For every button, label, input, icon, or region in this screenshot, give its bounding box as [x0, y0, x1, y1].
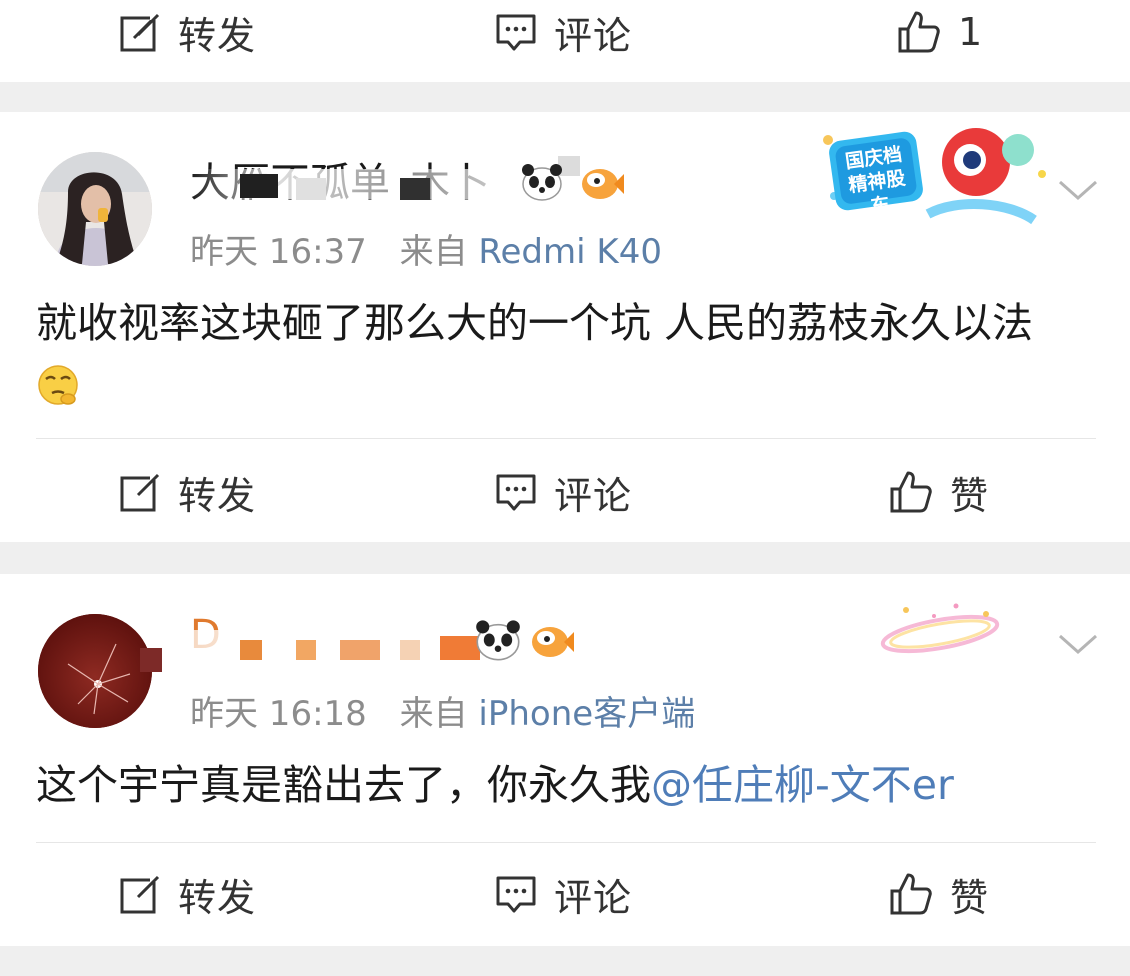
comment-icon — [496, 14, 536, 51]
timestamp: 昨天 16:18 — [190, 694, 367, 734]
badge-label: 国庆档精神股东 — [843, 143, 907, 218]
comment-label: 评论 — [554, 13, 633, 58]
like-label: 赞 — [950, 473, 990, 518]
comment-meta: 昨天 16:18 来自 iPhone客户端 — [190, 686, 695, 735]
comment-button[interactable]: 评论 — [494, 844, 632, 944]
comment-icon — [496, 876, 536, 913]
repost-label: 转发 — [178, 13, 257, 58]
avatar[interactable] — [38, 614, 152, 728]
redacted-block — [400, 640, 420, 660]
thumbs-up-icon — [890, 471, 932, 513]
redacted-block — [296, 178, 326, 200]
repost-icon — [120, 874, 160, 914]
like-button[interactable]: 赞 — [888, 442, 989, 542]
thinking-face-emoji-icon — [38, 365, 78, 405]
sparkle-ring-decoration-icon — [880, 603, 1000, 654]
comment-action-bar: 转发 评论 赞 — [0, 844, 1130, 944]
source-link[interactable]: iPhone客户端 — [478, 694, 695, 734]
source-link[interactable]: Redmi K40 — [478, 232, 662, 272]
repost-icon — [120, 472, 160, 512]
redacted-block — [140, 648, 162, 672]
avatar-photo-icon — [38, 152, 152, 266]
repost-button[interactable]: 转发 — [118, 442, 256, 542]
repost-button[interactable]: 转发 — [118, 844, 256, 944]
comment-button[interactable]: 评论 — [494, 442, 632, 542]
comment-meta: 昨天 16:37 来自 Redmi K40 — [190, 224, 662, 273]
chevron-down-icon[interactable] — [1056, 622, 1100, 666]
divider — [36, 842, 1096, 843]
like-button[interactable]: 1 — [896, 0, 983, 82]
source-prefix: 来自 — [399, 232, 468, 272]
comment-card: D 昨天 16:18 来自 iPhone客户端 这个宇宁真是豁出去了，你永久我@… — [0, 574, 1130, 946]
promo-badge[interactable]: 国庆档精神股东 — [818, 122, 1050, 234]
redacted-block — [240, 640, 262, 660]
timestamp: 昨天 16:37 — [190, 232, 367, 272]
cracked-glass-avatar-icon — [38, 614, 152, 728]
panda-emoji-icon — [476, 620, 520, 661]
like-button[interactable]: 赞 — [888, 844, 989, 944]
repost-label: 转发 — [178, 473, 257, 518]
source-prefix: 来自 — [399, 694, 468, 734]
fish-emoji-icon — [582, 169, 624, 199]
comment-card: 大雁不孤单_木卜 昨天 16:37 来自 Redmi K40 — [0, 112, 1130, 542]
redacted-block — [296, 640, 316, 660]
repost-label: 转发 — [178, 875, 257, 920]
redacted-block — [340, 640, 380, 660]
comment-text: 就收视率这块砸了那么大的一个坑 人民的荔枝永久以法 — [36, 292, 1070, 416]
comment-icon — [496, 474, 536, 511]
comment-button[interactable]: 评论 — [494, 0, 632, 82]
redacted-block — [400, 178, 430, 200]
like-label: 赞 — [950, 875, 990, 920]
thumbs-up-icon — [890, 873, 932, 915]
comment-label: 评论 — [554, 875, 633, 920]
thumbs-up-icon — [898, 11, 940, 53]
panda-emoji-icon — [522, 164, 562, 201]
like-count: 1 — [958, 10, 984, 54]
repost-button[interactable]: 转发 — [118, 0, 256, 82]
comment-label: 评论 — [554, 473, 633, 518]
chevron-down-icon[interactable] — [1056, 168, 1100, 212]
avatar[interactable] — [38, 152, 152, 266]
previous-post-action-bar: 转发 评论 1 — [0, 0, 1130, 82]
mention-link[interactable]: @任庄柳-文不er — [651, 761, 954, 809]
comment-action-bar: 转发 评论 赞 — [0, 442, 1130, 542]
comment-text: 这个宇宁真是豁出去了，你永久我@任庄柳-文不er — [36, 761, 954, 809]
repost-icon — [120, 12, 160, 52]
previous-post-card: 转发 评论 1 — [0, 0, 1130, 82]
fish-emoji-icon — [532, 627, 574, 657]
redacted-block — [240, 174, 278, 198]
divider — [36, 438, 1096, 439]
